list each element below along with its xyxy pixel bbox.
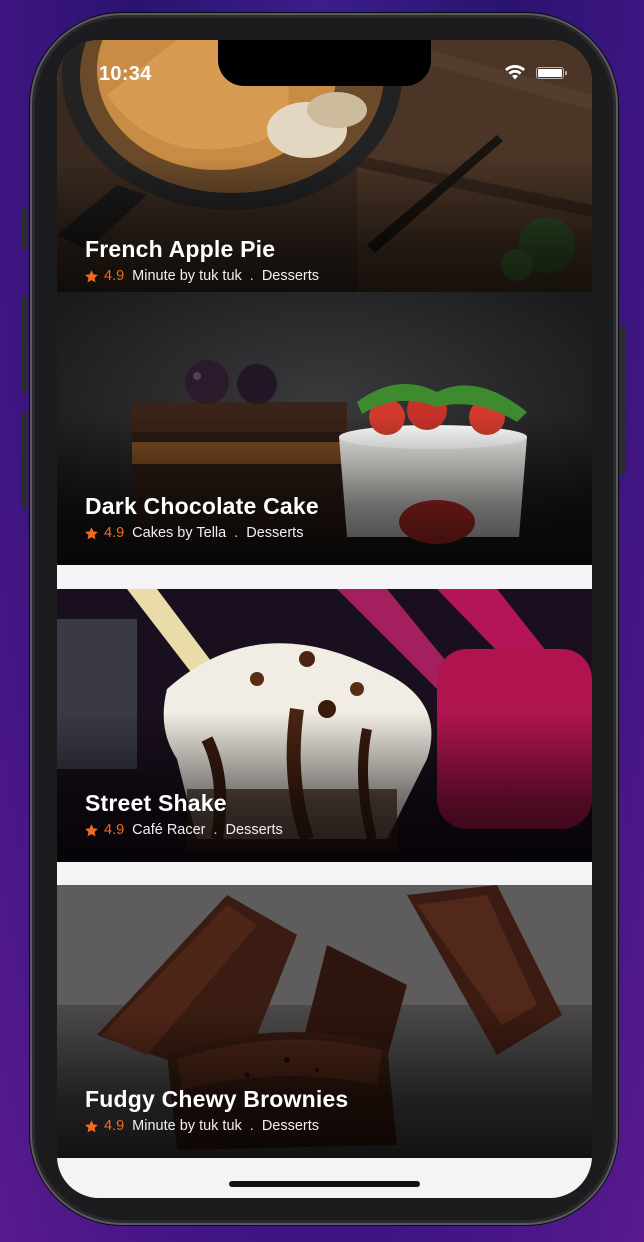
recipe-author: Cakes by Tella: [132, 525, 227, 541]
card-gradient: [57, 1008, 592, 1158]
meta-separator: .: [234, 525, 239, 541]
star-icon: [85, 1119, 98, 1132]
mute-switch: [22, 208, 28, 250]
recipe-meta: 4.9 Café Racer . Desserts: [84, 822, 283, 838]
recipe-category: Desserts: [225, 822, 283, 838]
star-icon: [85, 823, 98, 836]
recipe-rating: 4.9: [104, 525, 125, 541]
card-gradient: [57, 712, 592, 862]
card-gradient: [57, 415, 592, 565]
wifi-icon: [505, 65, 525, 80]
recipe-category: Desserts: [261, 1118, 320, 1134]
recipe-meta: 4.9 Minute by tuk tuk . Desserts: [84, 268, 319, 284]
recipe-category: Desserts: [261, 268, 320, 284]
recipe-rating: 4.9: [104, 1118, 125, 1134]
recipe-author: Minute by tuk tuk: [132, 1118, 242, 1134]
recipe-rating: 4.9: [104, 268, 125, 284]
recipe-title: French Apple Pie: [85, 236, 276, 262]
recipe-author: Minute by tuk tuk: [132, 268, 242, 284]
recipe-card-street-shake[interactable]: Street Shake 4.9 Café Racer . Desserts: [57, 589, 592, 862]
recipe-category: Desserts: [246, 525, 304, 541]
home-indicator[interactable]: [229, 1181, 420, 1187]
status-icons: [504, 65, 567, 81]
recipe-author: Café Racer: [132, 822, 206, 838]
volume-up-button: [22, 295, 28, 393]
meta-separator: .: [249, 268, 254, 284]
recipe-meta: 4.9 Minute by tuk tuk . Desserts: [84, 1118, 319, 1134]
recipe-card-fudgy-chewy-brownies[interactable]: Fudgy Chewy Brownies 4.9 Minute by tuk t…: [57, 885, 592, 1158]
recipe-title: Street Shake: [85, 790, 227, 816]
recipe-title: Dark Chocolate Cake: [85, 493, 319, 519]
star-icon: [85, 526, 98, 539]
card-gradient: [57, 158, 592, 308]
star-icon: [85, 269, 98, 282]
recipe-title: Fudgy Chewy Brownies: [85, 1086, 349, 1112]
meta-separator: .: [249, 1118, 254, 1134]
app-screen: 10:34 French Apple Pie 4.9 Minute by tuk…: [57, 40, 592, 1198]
battery-icon: [536, 67, 567, 79]
status-time: 10:34: [99, 63, 152, 85]
volume-down-button: [22, 411, 28, 509]
notch: [218, 40, 431, 86]
recipe-meta: 4.9 Cakes by Tella . Desserts: [84, 525, 303, 541]
recipe-rating: 4.9: [104, 822, 125, 838]
power-button: [620, 325, 626, 475]
recipe-card-dark-chocolate-cake[interactable]: Dark Chocolate Cake 4.9 Cakes by Tella .…: [57, 292, 592, 565]
meta-separator: .: [213, 822, 218, 838]
